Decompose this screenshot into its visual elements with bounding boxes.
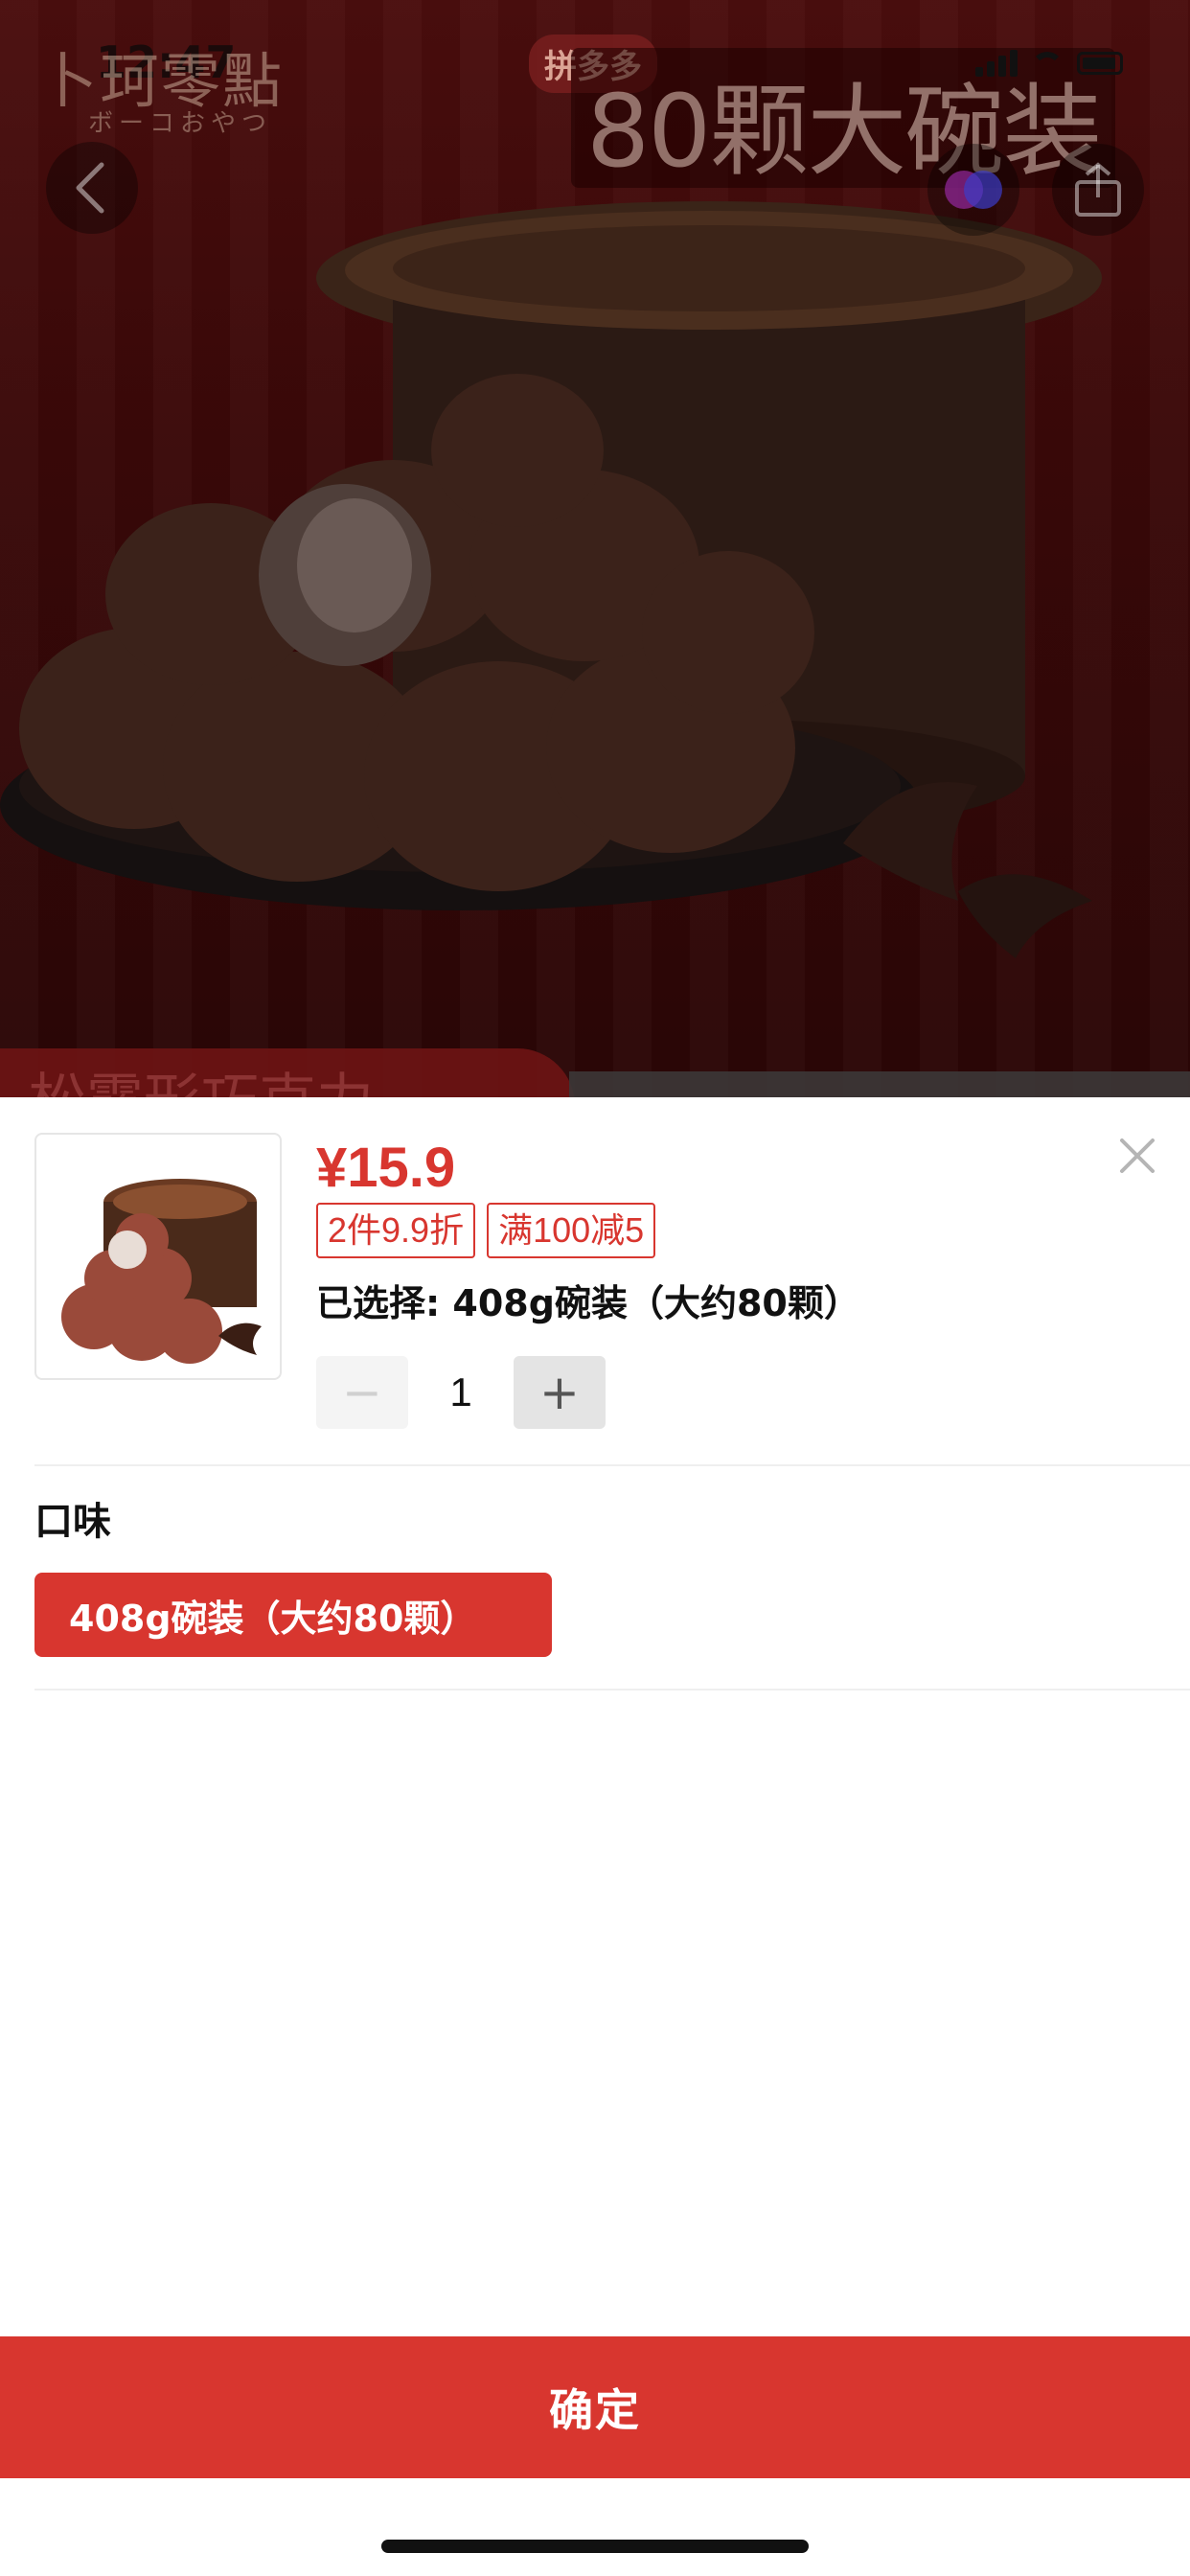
wifi-icon [1031, 52, 1064, 75]
info-strip [569, 1071, 1190, 1097]
status-icons [975, 50, 1123, 77]
brand-subtitle: ボーコおやつ [88, 109, 273, 138]
close-button[interactable] [1110, 1128, 1165, 1184]
option-group-title: 口味 [34, 1500, 111, 1544]
promo-tag-discount: 2件9.9折 [316, 1203, 476, 1258]
confirm-button[interactable]: 确定 [0, 2336, 1190, 2478]
signal-icon [975, 50, 1018, 77]
option-chip-selected[interactable]: 408g碗装（大约80颗） [34, 1573, 552, 1657]
home-indicator [381, 2540, 809, 2553]
battery-icon [1077, 52, 1123, 75]
share-icon [1075, 162, 1121, 217]
share-button[interactable] [1052, 144, 1144, 236]
divider [34, 1464, 1190, 1466]
product-image [0, 201, 1102, 958]
product-thumbnail [34, 1133, 282, 1380]
increase-button[interactable]: + [514, 1356, 606, 1429]
favorite-button[interactable] [927, 144, 1019, 236]
close-icon [1120, 1138, 1155, 1173]
divider [34, 1689, 1190, 1690]
chevron-left-icon [76, 162, 104, 214]
product-page-background: 12:47 卜珂零點 ボーコおやつ 拼多多 80颗大碗装 松露形巧克力 [0, 0, 1190, 1097]
quantity-stepper: − 1 + [316, 1356, 606, 1429]
back-button[interactable] [46, 142, 138, 234]
title-strip-text: 松露形巧克力 [29, 1054, 374, 1097]
quantity-value: 1 [449, 1369, 472, 1414]
promo-tag-coupon: 满100减5 [487, 1203, 656, 1258]
sku-sheet: ¥15.9 2件9.9折 满100减5 已选择: 408g碗装（大约80颗） −… [0, 1097, 1190, 2576]
price: ¥15.9 [316, 1137, 456, 1199]
promo-tags: 2件9.9折 满100减5 [316, 1203, 656, 1258]
decrease-button[interactable]: − [316, 1356, 408, 1429]
selected-variant: 已选择: 408g碗装（大约80颗） [316, 1282, 860, 1324]
